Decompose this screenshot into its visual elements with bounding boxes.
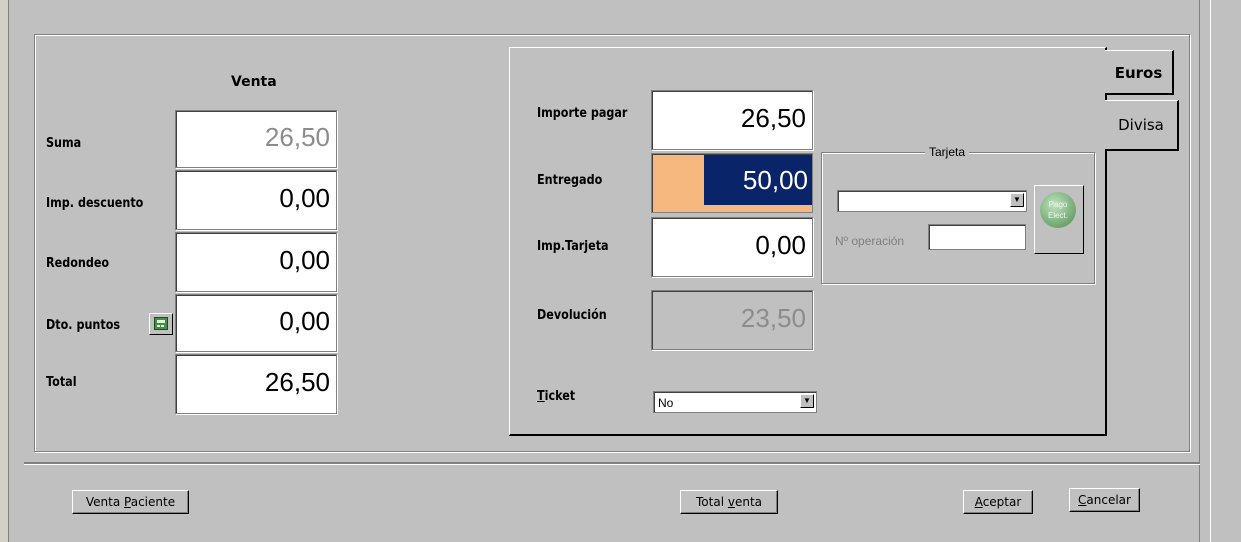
redondeo-field[interactable]: 0,00 xyxy=(175,232,337,292)
devolucion-field: 23,50 xyxy=(651,290,813,350)
total-label: Total xyxy=(46,375,77,390)
suma-label: Suma xyxy=(46,136,82,151)
imp-descuento-label: Imp. descuento xyxy=(46,196,144,211)
ticket-label: Ticket xyxy=(537,389,576,404)
imp-tarjeta-field[interactable]: 0,00 xyxy=(651,217,813,277)
importe-pagar-field: 26,50 xyxy=(651,90,813,150)
devolucion-label: Devolución xyxy=(537,308,607,323)
card-type-select[interactable]: ▼ xyxy=(837,190,1027,212)
window-left-border xyxy=(0,0,9,542)
window-right-highlight xyxy=(1210,0,1211,542)
aceptar-button[interactable]: Aceptar xyxy=(963,490,1033,514)
entregado-selected-value: 50,00 xyxy=(704,155,812,205)
entregado-field[interactable]: 50,00 xyxy=(651,153,813,213)
tarjeta-group-title: Tarjeta xyxy=(925,145,970,159)
importe-pagar-label: Importe pagar xyxy=(537,106,628,121)
chevron-down-icon[interactable]: ▼ xyxy=(1010,193,1024,207)
venta-paciente-button[interactable]: Venta Paciente xyxy=(72,490,189,514)
chevron-down-icon[interactable]: ▼ xyxy=(800,394,814,408)
dto-puntos-label: Dto. puntos xyxy=(46,318,121,333)
redondeo-label: Redondeo xyxy=(46,256,110,271)
cancelar-button[interactable]: Cancelar xyxy=(1069,488,1140,512)
ticket-label-rest: icket xyxy=(544,389,576,404)
imp-tarjeta-label: Imp.Tarjeta xyxy=(537,239,609,254)
dto-puntos-field[interactable]: 0,00 xyxy=(175,294,337,352)
ticket-select[interactable]: No ▼ xyxy=(653,391,817,413)
operacion-input[interactable] xyxy=(928,224,1026,250)
pago-elect-button[interactable]: Pago Elect. xyxy=(1034,185,1084,254)
ticket-select-value: No xyxy=(658,396,674,410)
suma-field: 26,50 xyxy=(175,110,337,168)
total-field: 26,50 xyxy=(175,354,337,414)
window-right-border xyxy=(1199,0,1241,542)
operacion-label: Nº operación xyxy=(835,234,905,248)
entregado-label: Entregado xyxy=(537,173,603,188)
dto-puntos-button[interactable] xyxy=(149,313,173,335)
pago-elect-icon: Pago Elect. xyxy=(1040,192,1076,228)
tab-divisa[interactable]: Divisa xyxy=(1105,100,1179,151)
total-venta-button[interactable]: Total venta xyxy=(680,490,778,514)
calculator-icon xyxy=(154,317,168,330)
imp-descuento-field[interactable]: 0,00 xyxy=(175,170,337,230)
venta-heading: Venta xyxy=(231,74,277,90)
tab-euros[interactable]: Euros xyxy=(1105,50,1174,95)
